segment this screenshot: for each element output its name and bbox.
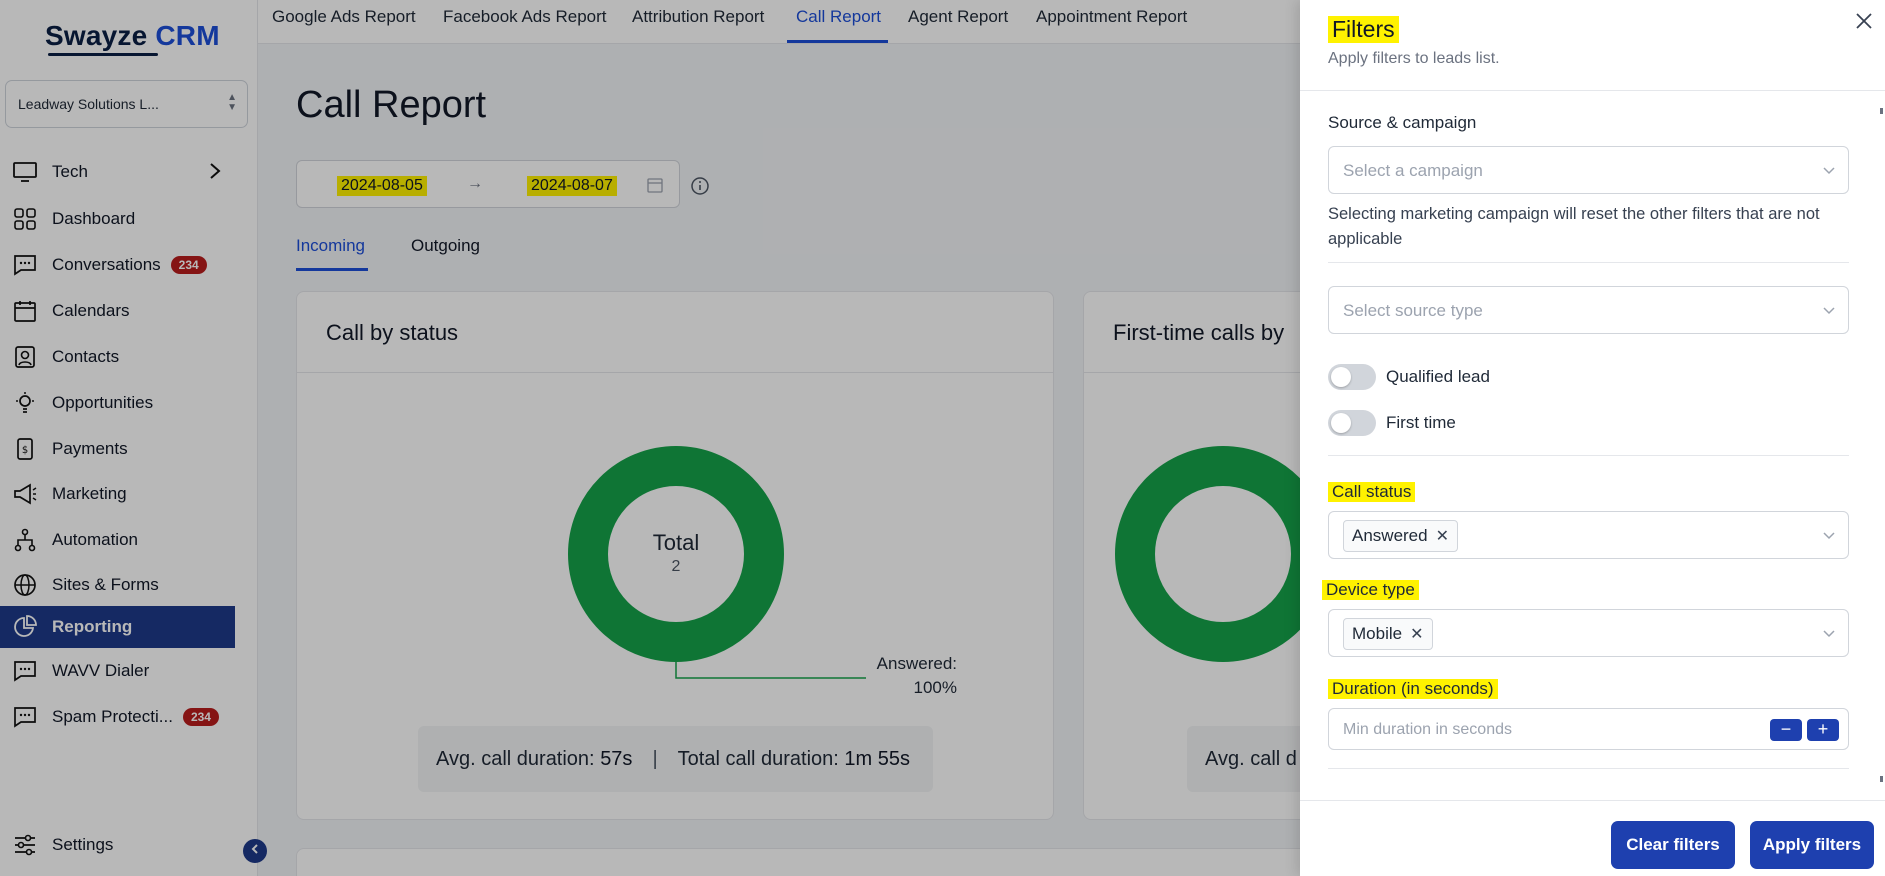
divider (1328, 455, 1849, 456)
divider (1328, 768, 1849, 769)
first-time-toggle[interactable] (1328, 410, 1376, 436)
chevron-down-icon (1822, 529, 1836, 547)
first-time-label: First time (1386, 413, 1456, 432)
chevron-down-icon (1822, 627, 1836, 645)
call-status-select[interactable]: Answered ✕ (1328, 511, 1849, 559)
close-icon[interactable] (1855, 12, 1873, 35)
min-duration-input[interactable]: Min duration in seconds − + (1328, 708, 1849, 750)
apply-filters-button[interactable]: Apply filters (1750, 821, 1874, 869)
drawer-title: Filters (1328, 16, 1399, 43)
increment-button[interactable]: + (1807, 719, 1839, 741)
campaign-help-text: Selecting marketing campaign will reset … (1328, 205, 1820, 248)
source-campaign-label: Source & campaign (1328, 113, 1477, 132)
chevron-down-icon (1822, 304, 1836, 322)
chip-label: Mobile (1352, 624, 1403, 643)
scrollbar-arrow-up[interactable] (1880, 108, 1883, 114)
remove-chip-icon[interactable]: ✕ (1410, 624, 1423, 644)
device-type-select[interactable]: Mobile ✕ (1328, 609, 1849, 657)
call-status-label: Call status (1328, 482, 1416, 502)
drawer-footer: Clear filters Apply filters (1300, 800, 1885, 876)
clear-filters-button[interactable]: Clear filters (1611, 821, 1735, 869)
call-status-chip: Answered ✕ (1343, 520, 1459, 552)
qualified-lead-toggle[interactable] (1328, 364, 1376, 390)
modal-backdrop[interactable] (0, 0, 1300, 876)
scrollbar-arrow-down[interactable] (1880, 776, 1883, 782)
duration-placeholder: Min duration in seconds (1343, 721, 1512, 738)
drawer-subtitle: Apply filters to leads list. (1328, 50, 1500, 67)
chip-label: Answered (1352, 526, 1428, 545)
filters-drawer: Filters Apply filters to leads list. Sou… (1300, 0, 1885, 876)
source-type-select[interactable]: Select source type (1328, 286, 1849, 334)
divider (1300, 90, 1885, 91)
campaign-placeholder: Select a campaign (1343, 161, 1483, 180)
chevron-down-icon (1822, 164, 1836, 182)
divider (1328, 262, 1849, 263)
decrement-button[interactable]: − (1770, 719, 1802, 741)
source-type-placeholder: Select source type (1343, 301, 1483, 320)
qualified-lead-label: Qualified lead (1386, 367, 1490, 386)
duration-label: Duration (in seconds) (1328, 679, 1498, 699)
remove-chip-icon[interactable]: ✕ (1436, 526, 1449, 546)
campaign-select[interactable]: Select a campaign (1328, 146, 1849, 194)
device-type-chip: Mobile ✕ (1343, 618, 1433, 650)
device-type-label: Device type (1322, 580, 1419, 600)
